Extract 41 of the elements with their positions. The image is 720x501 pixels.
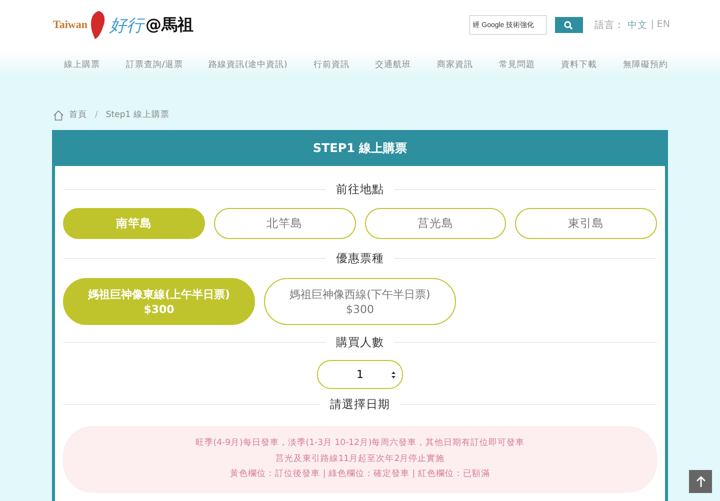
nav-link[interactable]: 線上購票 [64, 59, 100, 71]
up-arrow-icon [696, 476, 706, 488]
logo-text: @馬祖 [145, 14, 194, 36]
section-heading: 前往地點 [336, 182, 384, 197]
destination-option[interactable]: 東引島 [515, 208, 657, 239]
nav-link[interactable]: 資料下載 [560, 59, 597, 71]
nav-link[interactable]: 行前資訊 [313, 59, 350, 71]
quantity-select[interactable]: 1 [317, 360, 403, 389]
notice-text: 莒光及東引路線11月起至次年2月停止實施 [274, 452, 446, 466]
back-to-top-button[interactable] [689, 470, 712, 493]
nav-link[interactable]: 訂票查詢/退票 [126, 59, 183, 71]
home-icon [53, 110, 64, 120]
breadcrumb-link[interactable]: Step1 線上購票 [106, 109, 170, 121]
destination-option[interactable]: 莒光島 [364, 208, 506, 239]
section-heading: 優惠票種 [336, 251, 384, 266]
nav-link[interactable]: 常見問題 [499, 59, 536, 71]
card-title: STEP1 線上購票 [312, 140, 408, 156]
separator: / [95, 110, 98, 120]
language-link[interactable]: EN [656, 18, 670, 32]
ticket-option[interactable]: 媽祖巨神像西線(下午半日票) $300 [264, 278, 456, 325]
ticket-option[interactable]: 媽祖巨神像東線(上午半日票) $300 [63, 278, 255, 325]
section-heading: 請選擇日期 [330, 397, 390, 412]
nav-link[interactable]: 無障礙預約 [622, 59, 668, 71]
language-link[interactable]: 中文 [628, 18, 648, 32]
section-heading: 購買人數 [336, 335, 384, 350]
separator: | [650, 18, 654, 32]
destination-option[interactable]: 南竿島 [63, 208, 205, 239]
search-icon [564, 20, 574, 30]
logo-text: 好行 [109, 14, 144, 36]
nav-link[interactable]: 交通航班 [375, 59, 412, 71]
logo-text: Taiwan [53, 19, 88, 31]
search-button[interactable] [554, 17, 583, 33]
notice-text: 旺季(4-9月)每日發車，淡季(1-3月 10-12月)每周六發車，其他日期有訂位即可發車 [194, 437, 526, 450]
breadcrumb-link[interactable]: 首頁 [69, 109, 87, 121]
nav-link[interactable]: 路線資訊(途中資訊) [208, 59, 288, 71]
spinner-icon [391, 371, 396, 379]
taiwan-map-icon [89, 10, 108, 40]
notice-text: 黃色欄位：訂位後發車 | 綠色欄位：確定發車 | 紅色欄位：已額滿 [229, 468, 491, 481]
destination-option[interactable]: 北竿島 [214, 208, 356, 239]
nav-link[interactable]: 商家資訊 [437, 59, 474, 71]
language-label: 語言： [594, 18, 625, 32]
